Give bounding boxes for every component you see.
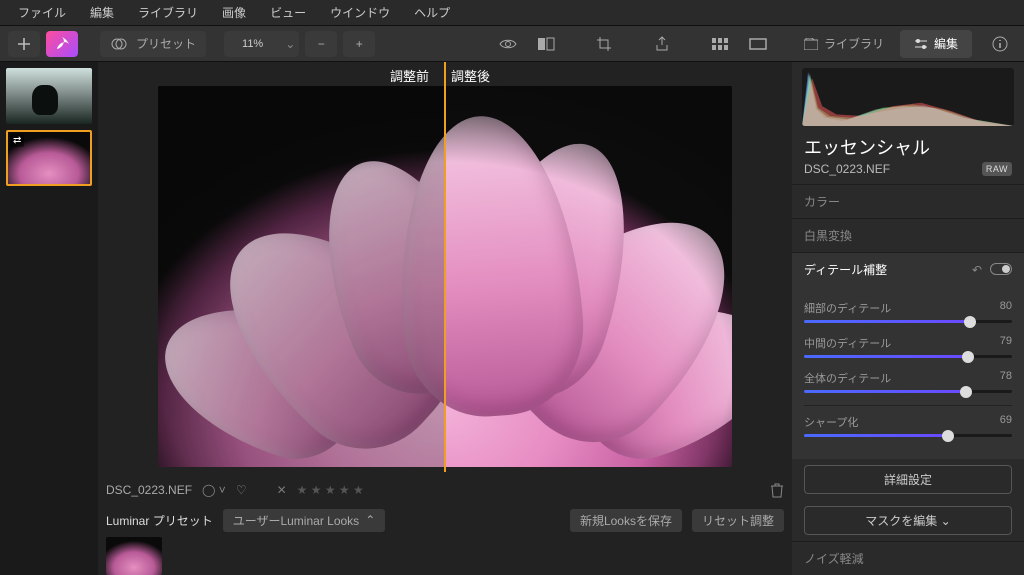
after-label: 調整後: [451, 66, 490, 85]
presets-bar: Luminar プリセット ユーザーLuminar Looks ⌃ 新規Look…: [98, 505, 792, 535]
flag-cycle[interactable]: ◯ ˅: [202, 483, 226, 497]
section-noise[interactable]: ノイズ軽減: [792, 541, 1024, 575]
section-detail-label: ディテール補整: [804, 261, 887, 278]
look-thumbnail[interactable]: [106, 537, 162, 575]
chevron-down-icon: ⌄: [941, 514, 951, 528]
add-button[interactable]: [8, 31, 40, 57]
favorite-button[interactable]: ♡: [236, 483, 247, 497]
save-look-button[interactable]: 新規Looksを保存: [570, 509, 682, 532]
slider-medium-value: 79: [1000, 335, 1012, 351]
sliders-icon: [914, 38, 928, 50]
preset-dropdown[interactable]: プリセット: [100, 31, 206, 57]
section-bw[interactable]: 白黒変換: [792, 218, 1024, 252]
slider-small[interactable]: 細部のディテール 80: [804, 300, 1012, 323]
grid-view-button[interactable]: [704, 31, 736, 57]
preset-label: プリセット: [136, 35, 196, 52]
tab-library-label: ライブラリ: [824, 35, 884, 52]
preset-group-dropdown[interactable]: ユーザーLuminar Looks ⌃: [223, 509, 386, 532]
slider-small-value: 80: [1000, 300, 1012, 316]
before-label: 調整前: [390, 66, 429, 85]
zoom-control[interactable]: 11% ⌄: [224, 31, 299, 57]
reset-button[interactable]: リセット調整: [692, 509, 784, 532]
menu-help[interactable]: ヘルプ: [404, 0, 460, 25]
crop-button[interactable]: [588, 31, 620, 57]
slider-large-label: 全体のディテール: [804, 370, 891, 386]
slider-medium-label: 中間のディテール: [804, 335, 891, 351]
slider-small-label: 細部のディテール: [804, 300, 891, 316]
detail-sliders: 細部のディテール 80 中間のディテール 79 全体のディテール 78 シャープ化 69: [792, 286, 1024, 459]
edit-panel: エッセンシャル DSC_0223.NEF RAW カラー 白黒変換 ディテール補…: [792, 62, 1024, 575]
eye-toggle[interactable]: [492, 31, 524, 57]
menu-file[interactable]: ファイル: [8, 0, 76, 25]
mask-button[interactable]: マスクを編集 ⌄: [804, 506, 1012, 535]
viewer-footer: DSC_0223.NEF ◯ ˅ ♡ ✕ ★ ★ ★ ★ ★: [98, 475, 792, 505]
filename-label: DSC_0223.NEF: [106, 483, 192, 497]
slider-sharpen-value: 69: [1000, 414, 1012, 430]
menu-image[interactable]: 画像: [212, 0, 256, 25]
panel-title: エッセンシャル: [792, 130, 1024, 160]
zoom-out-button[interactable]: −: [305, 31, 337, 57]
menu-bar: ファイル 編集 ライブラリ 画像 ビュー ウインドウ ヘルプ: [0, 0, 1024, 26]
chevron-down-icon: ⌄: [281, 37, 299, 51]
section-toggle[interactable]: [990, 263, 1012, 275]
thumbnail-1[interactable]: [6, 68, 92, 124]
tab-edit-label: 編集: [934, 35, 958, 52]
single-view-button[interactable]: [742, 31, 774, 57]
toolbar: プリセット 11% ⌄ − + ライブラリ 編集: [0, 26, 1024, 62]
mask-button-label: マスクを編集: [865, 514, 937, 528]
tab-edit[interactable]: 編集: [900, 30, 972, 58]
thumbnail-strip: ⇄: [0, 62, 98, 575]
compare-divider[interactable]: [444, 62, 446, 472]
histogram[interactable]: [802, 68, 1014, 126]
section-color[interactable]: カラー: [792, 184, 1024, 218]
zoom-value: 11%: [224, 38, 281, 50]
ai-enhance-button[interactable]: [46, 31, 78, 57]
undo-icon[interactable]: ↶: [972, 263, 982, 277]
slider-large[interactable]: 全体のディテール 78: [804, 370, 1012, 393]
compare-toggle[interactable]: [530, 31, 562, 57]
slider-sharpen-label: シャープ化: [804, 414, 858, 430]
venn-icon: [110, 35, 128, 53]
export-button[interactable]: [646, 31, 678, 57]
library-icon: [804, 38, 818, 50]
presets-title: Luminar プリセット: [106, 512, 213, 529]
menu-edit[interactable]: 編集: [80, 0, 124, 25]
raw-badge: RAW: [982, 162, 1012, 176]
slider-large-value: 78: [1000, 370, 1012, 386]
zoom-in-button[interactable]: +: [343, 31, 375, 57]
advanced-button[interactable]: 詳細設定: [804, 465, 1012, 494]
info-button[interactable]: [984, 31, 1016, 57]
panel-filename: DSC_0223.NEF: [804, 162, 890, 176]
reject-button[interactable]: ✕: [277, 483, 287, 497]
compare-icon: ⇄: [10, 134, 24, 147]
menu-view[interactable]: ビュー: [260, 0, 316, 25]
menu-library[interactable]: ライブラリ: [128, 0, 208, 25]
slider-sharpen[interactable]: シャープ化 69: [804, 414, 1012, 437]
rating-stars[interactable]: ★ ★ ★ ★ ★: [297, 483, 364, 497]
delete-button[interactable]: [770, 482, 784, 498]
tab-library[interactable]: ライブラリ: [790, 30, 898, 58]
slider-medium[interactable]: 中間のディテール 79: [804, 335, 1012, 358]
preset-group-label: ユーザーLuminar Looks: [233, 512, 359, 529]
chevron-up-icon: ⌃: [365, 513, 375, 527]
center-panel: 調整前 調整後 DSC_0223.NEF ◯ ˅ ♡ ✕ ★ ★ ★ ★ ★: [98, 62, 792, 575]
section-detail[interactable]: ディテール補整 ↶: [792, 252, 1024, 286]
thumbnail-2[interactable]: ⇄: [6, 130, 92, 186]
looks-strip: [98, 535, 792, 575]
menu-window[interactable]: ウインドウ: [320, 0, 400, 25]
